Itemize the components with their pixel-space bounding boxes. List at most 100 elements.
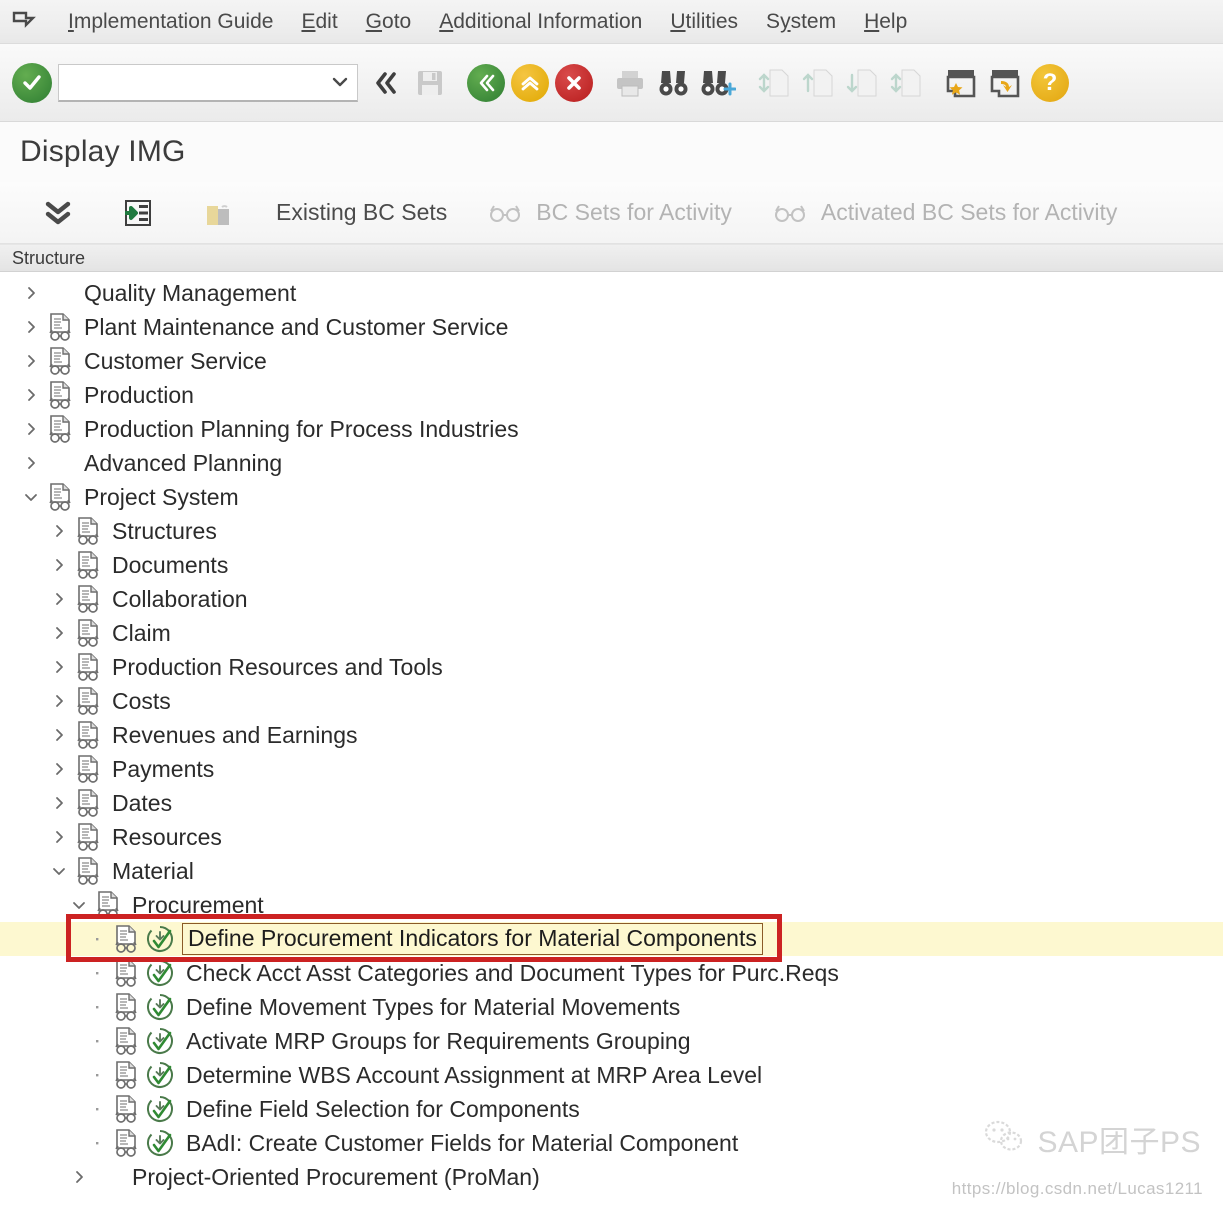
chevron-right-icon[interactable] [18,455,44,471]
previous-page-icon[interactable] [796,61,840,105]
img-activity-execute-icon[interactable] [144,1129,176,1157]
tree-row[interactable]: Revenues and Earnings [0,718,1223,752]
tree-row[interactable]: Quality Management [0,276,1223,310]
application-toolbar: Existing BC Sets BC Sets for Activity Acti… [0,182,1223,244]
find-icon[interactable] [652,61,696,105]
menu-item-additional-information[interactable]: Additional Information [425,8,656,36]
tree-row[interactable]: Check Acct Asst Categories and Document … [0,956,1223,990]
tree-row[interactable]: Payments [0,752,1223,786]
chevron-right-icon[interactable] [46,523,72,539]
chevron-right-icon[interactable] [18,421,44,437]
tree-row[interactable]: Advanced Planning [0,446,1223,480]
tree-row[interactable]: Customer Service [0,344,1223,378]
chevron-right-icon[interactable] [18,319,44,335]
tree-row[interactable]: Production Planning for Process Industri… [0,412,1223,446]
watermark: SAP团子PS [981,1117,1201,1161]
chevron-down-icon[interactable] [329,77,351,87]
menu-item-utilities[interactable]: Utilities [656,8,752,36]
tree-row[interactable]: Production Resources and Tools [0,650,1223,684]
chevron-right-icon[interactable] [46,557,72,573]
save-disk-icon[interactable] [408,61,452,105]
menu-item-help[interactable]: Help [850,8,921,36]
chevron-down-icon[interactable] [18,491,44,503]
tree-row-label: Check Acct Asst Categories and Document … [186,959,839,986]
chevron-right-icon[interactable] [46,795,72,811]
system-menu-icon[interactable] [10,9,40,35]
img-node-icon [72,822,106,852]
expand-all-button[interactable] [18,191,98,235]
expand-node-button[interactable] [98,191,178,235]
img-node-icon [72,754,106,784]
chevron-right-icon[interactable] [46,625,72,641]
tree-row-label: Production Resources and Tools [112,653,443,680]
img-activity-execute-icon[interactable] [144,1095,176,1123]
enter-icon[interactable] [10,61,54,105]
help-icon[interactable]: ? [1028,61,1072,105]
release-notes-button[interactable] [178,191,258,235]
img-activity-execute-icon[interactable] [144,1061,176,1089]
tree-row[interactable]: Dates [0,786,1223,820]
exit-icon[interactable] [508,61,552,105]
chevron-down-icon[interactable] [66,899,92,911]
tree-row[interactable]: Production [0,378,1223,412]
img-activity-execute-icon[interactable] [144,925,176,953]
create-shortcut-icon[interactable] [984,61,1028,105]
first-page-icon[interactable] [752,61,796,105]
tree-row[interactable]: Claim [0,616,1223,650]
command-input[interactable] [65,71,329,93]
img-activity-execute-icon[interactable] [144,1027,176,1055]
tree-row[interactable]: Resources [0,820,1223,854]
tree-row-label: Dates [112,789,173,816]
tree-row-label: Collaboration [112,585,248,612]
chevron-right-icon[interactable] [18,285,44,301]
chevron-right-icon[interactable] [18,387,44,403]
tree-row[interactable]: Activate MRP Groups for Requirements Gro… [0,1024,1223,1058]
chevron-right-icon[interactable] [46,761,72,777]
next-page-icon[interactable] [840,61,884,105]
img-node-icon [72,788,106,818]
tree-row-label: BAdI: Create Customer Fields for Materia… [186,1129,739,1156]
chevron-right-icon[interactable] [46,829,72,845]
title-bar: Display IMG [0,122,1223,182]
command-field[interactable] [58,63,358,102]
tree-row[interactable]: Plant Maintenance and Customer Service [0,310,1223,344]
tree-row[interactable]: Procurement [0,888,1223,922]
cancel-icon[interactable] [552,61,596,105]
app-button-existing-bc-sets[interactable]: Existing BC Sets [258,197,465,228]
create-session-icon[interactable] [940,61,984,105]
img-activity-execute-icon[interactable] [144,959,176,987]
tree-row[interactable]: Collaboration [0,582,1223,616]
last-page-icon[interactable] [884,61,928,105]
find-next-icon[interactable] [696,61,740,105]
chevron-right-icon[interactable] [46,591,72,607]
tree-row-selected[interactable]: Define Procurement Indicators for Materi… [0,922,1223,956]
img-structure-tree[interactable]: Quality Management Plant Maintenance and … [0,272,1223,1194]
img-activity-execute-icon[interactable] [144,993,176,1021]
tree-row[interactable]: Structures [0,514,1223,548]
tree-row[interactable]: Material [0,854,1223,888]
menu-item-goto[interactable]: Goto [352,8,426,36]
tree-row[interactable]: Define Movement Types for Material Movem… [0,990,1223,1024]
menu-item-implementation-guide[interactable]: Implementation Guide [54,8,287,36]
img-node-icon [44,312,78,342]
menu-item-system[interactable]: System [752,8,850,36]
chevron-right-icon[interactable] [46,693,72,709]
chevron-right-icon[interactable] [18,353,44,369]
leaf-node-icon [84,1036,110,1046]
tree-row[interactable]: Project System [0,480,1223,514]
chevron-right-icon[interactable] [66,1169,92,1185]
chevron-right-icon[interactable] [46,727,72,743]
tree-row[interactable]: Documents [0,548,1223,582]
app-button-bc-sets-for-activity[interactable]: BC Sets for Activity [465,191,750,235]
chevron-down-icon[interactable] [46,865,72,877]
tree-row[interactable]: Costs [0,684,1223,718]
menu-item-edit[interactable]: Edit [287,8,351,36]
print-icon[interactable] [608,61,652,105]
tree-row[interactable]: Determine WBS Account Assignment at MRP … [0,1058,1223,1092]
chevron-right-icon[interactable] [46,659,72,675]
wechat-logo-icon [981,1118,1027,1161]
glasses-icon [768,193,812,233]
back-icon[interactable] [464,61,508,105]
double-chevron-left-icon[interactable] [364,61,408,105]
app-button-activated-bc-sets-for-activity[interactable]: Activated BC Sets for Activity [750,191,1136,235]
